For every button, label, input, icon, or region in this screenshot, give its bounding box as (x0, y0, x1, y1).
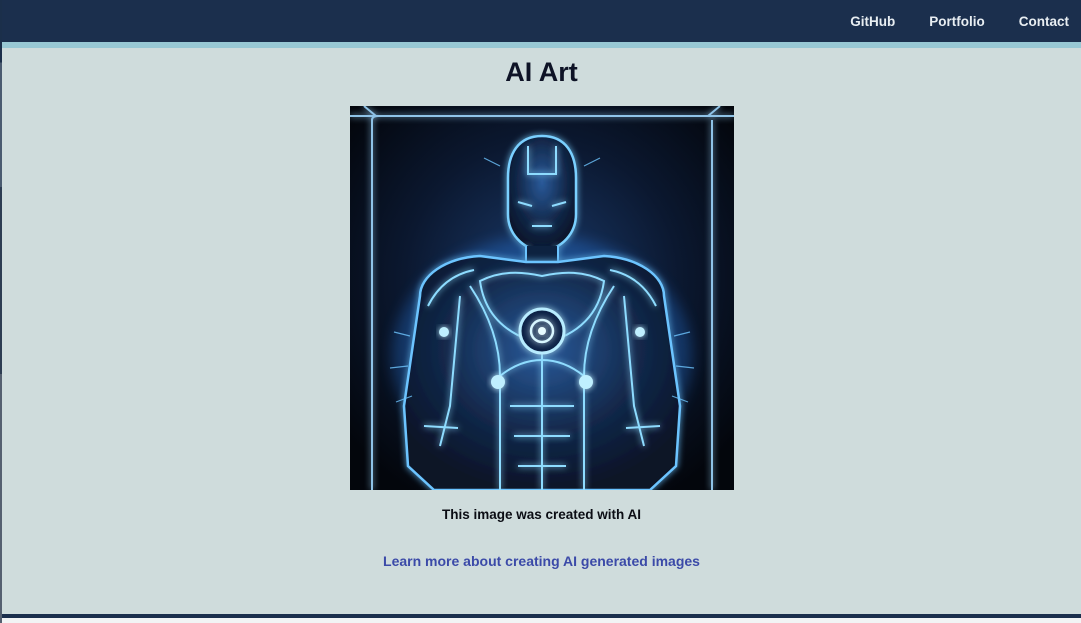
nav-link-contact[interactable]: Contact (1019, 14, 1069, 29)
nav-link-github[interactable]: GitHub (850, 14, 895, 29)
footer-area (2, 618, 1081, 623)
top-navbar: GitHub Portfolio Contact (2, 0, 1081, 42)
main-content: AI Art This image was created with AI Le… (2, 48, 1081, 614)
image-caption: This image was created with AI (441, 507, 642, 522)
ai-art-image (350, 106, 734, 490)
learn-more-link[interactable]: Learn more about creating AI generated i… (2, 553, 1081, 569)
nav-link-portfolio[interactable]: Portfolio (929, 14, 985, 29)
nav-links: GitHub Portfolio Contact (816, 0, 1081, 42)
page-title: AI Art (505, 57, 578, 87)
